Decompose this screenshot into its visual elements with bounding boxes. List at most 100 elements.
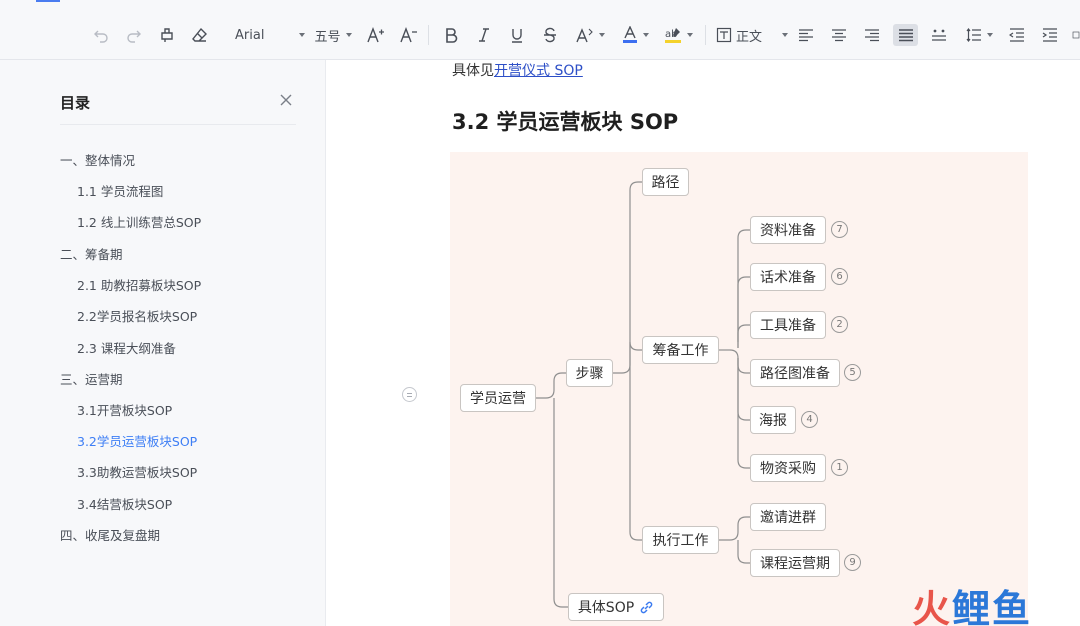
redo-button[interactable] <box>125 24 143 46</box>
toc-item[interactable]: 3.4结营板块SOP <box>77 494 172 513</box>
chevron-down-icon <box>345 33 352 37</box>
font-family-value: Arial <box>235 27 265 43</box>
align-center-icon <box>832 29 846 42</box>
format-painter-button[interactable] <box>158 24 176 46</box>
toc-item[interactable]: 2.2学员报名板块SOP <box>77 306 197 325</box>
decrease-font-button[interactable] <box>399 24 419 46</box>
chevron-down-icon <box>782 33 788 37</box>
outdent-icon <box>1009 28 1024 42</box>
mindmap-node-prep[interactable]: 筹备工作 <box>642 336 719 364</box>
mindmap-node-steps[interactable]: 步骤 <box>566 359 613 387</box>
font-size-select[interactable]: 五号 <box>313 24 353 46</box>
toc-item[interactable]: 2.1 助教招募板块SOP <box>77 275 201 294</box>
block-handle-icon[interactable] <box>402 387 417 402</box>
mindmap-node-tools[interactable]: 工具准备 <box>750 311 826 339</box>
mindmap-block[interactable]: 学员运营 步骤 路径 筹备工作 执行工作 具体SOP 资料准备 7 话术准备 6… <box>450 152 1028 626</box>
superscript-button[interactable] <box>575 24 605 46</box>
font-color-icon <box>622 26 637 43</box>
document-content: 具体见开营仪式 SOP 3.2 学员运营板块 SOP 学员运营 步骤 路径 筹备… <box>327 60 1080 626</box>
priority-badge: 5 <box>844 364 861 381</box>
highlight-icon: ab <box>664 28 681 43</box>
mindmap-node-exec[interactable]: 执行工作 <box>642 526 719 554</box>
highlight-color-button[interactable]: ab <box>661 24 695 46</box>
toc-item[interactable]: 二、筹备期 <box>60 244 123 263</box>
watermark-char: 鱼 <box>992 587 1033 626</box>
underline-button[interactable] <box>508 24 526 46</box>
link-icon <box>640 601 653 613</box>
redo-icon <box>127 30 141 43</box>
toc-item[interactable]: 三、运营期 <box>60 369 123 388</box>
increase-indent-button[interactable] <box>1041 24 1059 46</box>
superscript-icon <box>575 28 593 43</box>
mindmap-node-path[interactable]: 路径 <box>642 168 689 196</box>
align-right-button[interactable] <box>863 24 881 46</box>
italic-icon <box>479 28 489 42</box>
toc-item[interactable]: 一、整体情况 <box>60 150 135 169</box>
mindmap-node-poster[interactable]: 海报 <box>750 406 796 434</box>
underline-icon <box>512 29 522 43</box>
toc-item[interactable]: 1.2 线上训练营总SOP <box>77 212 201 231</box>
italic-button[interactable] <box>475 24 493 46</box>
distributed-align-button[interactable] <box>930 24 948 46</box>
align-left-button[interactable] <box>797 24 815 46</box>
increase-font-button[interactable] <box>366 24 386 46</box>
align-center-button[interactable] <box>830 24 848 46</box>
font-color-button[interactable] <box>618 24 652 46</box>
paragraph-style-value: 正文 <box>736 29 763 45</box>
mindmap-node-invite-group[interactable]: 邀请进群 <box>750 503 826 531</box>
mindmap-node-roadmap[interactable]: 路径图准备 <box>750 359 840 387</box>
toolbar-accent-line <box>36 0 60 2</box>
indent-icon <box>1042 28 1057 42</box>
toc-item-active[interactable]: 3.2学员运营板块SOP <box>77 431 197 450</box>
chevron-down-icon <box>299 33 305 37</box>
undo-icon <box>94 30 108 43</box>
decrease-indent-button[interactable] <box>1008 24 1026 46</box>
line-spacing-button[interactable] <box>963 24 995 46</box>
priority-badge: 7 <box>831 221 848 238</box>
watermark-logo: 火鲤鱼 <box>912 578 1032 626</box>
close-icon <box>280 94 292 106</box>
priority-badge: 4 <box>801 411 818 428</box>
clear-format-button[interactable] <box>191 24 209 46</box>
strikethrough-button[interactable] <box>541 24 559 46</box>
mindmap-connectors <box>536 181 750 608</box>
section-heading: 3.2 学员运营板块 SOP <box>452 110 679 134</box>
align-justify-button[interactable] <box>893 24 918 46</box>
distributed-align-icon <box>932 29 946 41</box>
intro-paragraph: 具体见开营仪式 SOP <box>452 60 583 80</box>
priority-badge: 9 <box>844 554 861 571</box>
eraser-icon <box>192 27 207 42</box>
toc-divider <box>60 124 296 125</box>
toc-close-button[interactable] <box>278 92 294 108</box>
toc-item[interactable]: 3.1开营板块SOP <box>77 400 172 419</box>
bold-button[interactable] <box>442 24 460 46</box>
priority-badge: 2 <box>831 316 848 333</box>
intro-link[interactable]: 开营仪式 SOP <box>494 63 583 79</box>
chevron-down-icon <box>686 33 693 37</box>
mindmap-node-materials[interactable]: 资料准备 <box>750 216 826 244</box>
toc-item[interactable]: 1.1 学员流程图 <box>77 181 163 200</box>
toc-item[interactable]: 3.3助教运营板块SOP <box>77 462 197 481</box>
editor-toolbar: Arial 五号 ab 正文 <box>0 0 1080 60</box>
align-left-icon <box>799 29 813 42</box>
priority-badge: 6 <box>831 268 848 285</box>
toolbar-separator <box>428 25 429 45</box>
align-justify-icon <box>898 29 913 42</box>
watermark-char: 火 <box>912 587 953 626</box>
paragraph-style-select[interactable]: 正文 <box>716 24 788 46</box>
more-tools-button[interactable] <box>1072 24 1080 46</box>
mindmap-node-purchasing[interactable]: 物资采购 <box>750 454 826 482</box>
toc-item[interactable]: 2.3 课程大纲准备 <box>77 338 176 357</box>
mindmap-node-root[interactable]: 学员运营 <box>460 384 536 412</box>
mindmap-node-detail-sop[interactable]: 具体SOP <box>568 593 664 621</box>
toc-item[interactable]: 四、收尾及复盘期 <box>60 525 160 544</box>
font-family-select[interactable]: Arial <box>235 24 305 46</box>
increase-font-icon <box>367 27 384 43</box>
paragraph-style-icon <box>716 27 732 43</box>
undo-button[interactable] <box>92 24 110 46</box>
watermark-char: 鲤 <box>952 587 993 626</box>
align-right-icon <box>865 29 879 42</box>
mindmap-node-course-ops[interactable]: 课程运营期 <box>750 549 840 577</box>
intro-text: 具体见 <box>452 63 494 79</box>
mindmap-node-script[interactable]: 话术准备 <box>750 263 826 291</box>
